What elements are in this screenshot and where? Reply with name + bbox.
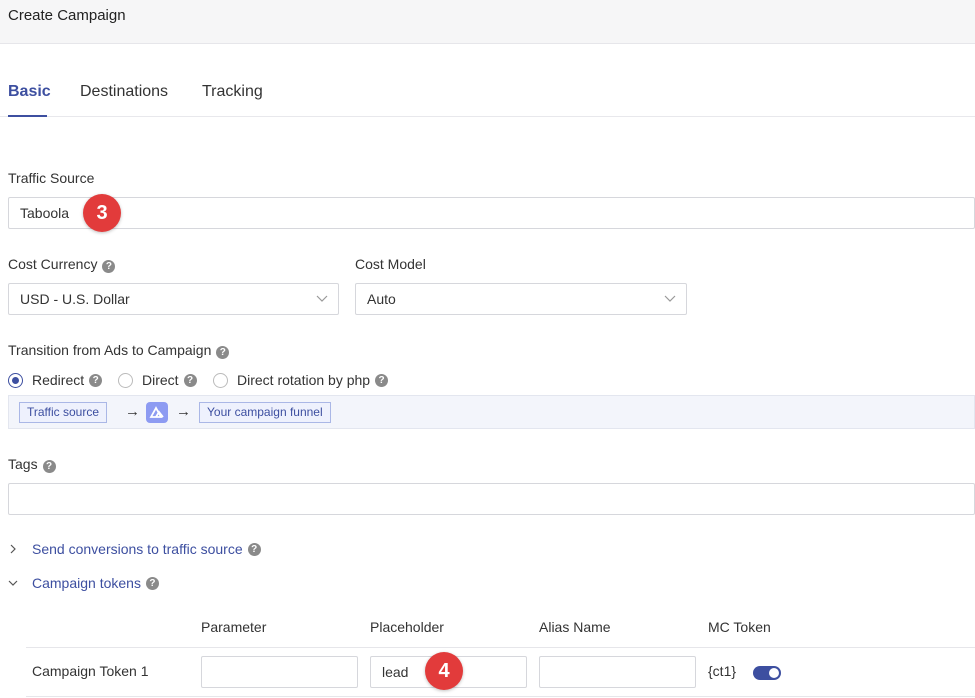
send-conversions-label: Send conversions to traffic source [32, 541, 243, 557]
help-icon[interactable]: ? [247, 542, 261, 556]
traffic-source-label: Traffic Source [8, 170, 95, 186]
radio-direct-label: Direct [142, 372, 179, 388]
help-icon[interactable]: ? [183, 373, 197, 387]
radio-circle-selected [8, 372, 23, 388]
help-icon[interactable]: ? [216, 346, 230, 359]
tab-destinations[interactable]: Destinations [80, 83, 168, 101]
traffic-source-chip: Traffic source [19, 402, 108, 423]
radio-direct[interactable]: Direct? [118, 372, 197, 388]
traffic-source-input[interactable]: Taboola [8, 197, 975, 229]
column-header-alias-name: Alias Name [539, 619, 611, 635]
cost-model-label: Cost Model [355, 256, 426, 272]
active-tab-indicator [8, 115, 47, 117]
token-placeholder-value: lead [382, 664, 409, 680]
step-badge-3: 3 [83, 194, 121, 232]
arrow-right-icon: → [125, 403, 140, 420]
radio-redirect-label: Redirect [32, 372, 85, 388]
cost-currency-label: Cost Currency? [8, 256, 116, 273]
send-conversions-toggle[interactable]: Send conversions to traffic source? [8, 541, 261, 557]
campaign-funnel-chip: Your campaign funnel [199, 402, 331, 423]
chevron-down-icon [316, 295, 328, 302]
transition-label: Transition from Ads to Campaign? [8, 342, 230, 359]
table-divider [26, 696, 975, 697]
chevron-right-icon [10, 544, 16, 554]
mc-token-value: {ct1} [708, 663, 737, 679]
token-row-name: Campaign Token 1 [32, 663, 149, 679]
cost-currency-value: USD - U.S. Dollar [20, 291, 130, 307]
cost-model-select[interactable]: Auto [355, 283, 687, 315]
token-parameter-input[interactable] [201, 656, 358, 688]
token-alias-input[interactable] [539, 656, 696, 688]
tags-label-text: Tags [8, 456, 38, 472]
campaign-tokens-toggle[interactable]: Campaign tokens? [8, 575, 159, 591]
column-header-placeholder: Placeholder [370, 619, 444, 635]
column-header-mc-token: MC Token [708, 619, 771, 635]
help-icon[interactable]: ? [102, 260, 116, 273]
help-icon[interactable]: ? [42, 460, 56, 473]
help-icon[interactable]: ? [89, 373, 103, 387]
tab-basic[interactable]: Basic [8, 83, 51, 101]
radio-redirect[interactable]: Redirect? [8, 372, 103, 388]
transition-label-text: Transition from Ads to Campaign [8, 342, 212, 358]
help-icon[interactable]: ? [145, 576, 159, 590]
toggle-knob [769, 668, 779, 678]
cost-model-value: Auto [367, 291, 396, 307]
radio-direct-rotation-label: Direct rotation by php [237, 372, 371, 388]
token-enabled-toggle[interactable] [753, 666, 781, 680]
arrow-right-icon: → [176, 403, 191, 420]
transition-flow-diagram: Traffic source → → Your campaign funnel [8, 395, 975, 429]
chevron-down-icon [664, 295, 676, 302]
table-divider [26, 647, 975, 648]
chevron-down-icon [8, 580, 18, 586]
help-icon[interactable]: ? [375, 373, 389, 387]
column-header-parameter: Parameter [201, 619, 267, 635]
radio-direct-rotation[interactable]: Direct rotation by php? [213, 372, 389, 388]
tab-bar: Basic Destinations Tracking [0, 44, 975, 117]
radio-circle [213, 372, 228, 388]
traffic-source-value: Taboola [20, 205, 70, 221]
step-badge-4: 4 [425, 652, 463, 690]
cost-currency-select[interactable]: USD - U.S. Dollar [8, 283, 339, 315]
radio-circle [118, 372, 133, 388]
cost-currency-label-text: Cost Currency [8, 256, 98, 272]
tab-tracking[interactable]: Tracking [202, 83, 263, 101]
campaign-tokens-label: Campaign tokens [32, 575, 141, 591]
page-title: Create Campaign [8, 7, 126, 24]
page-header: Create Campaign [0, 0, 975, 44]
tags-input[interactable] [8, 483, 975, 515]
tracker-logo-icon [146, 402, 168, 423]
tags-label: Tags? [8, 456, 56, 473]
